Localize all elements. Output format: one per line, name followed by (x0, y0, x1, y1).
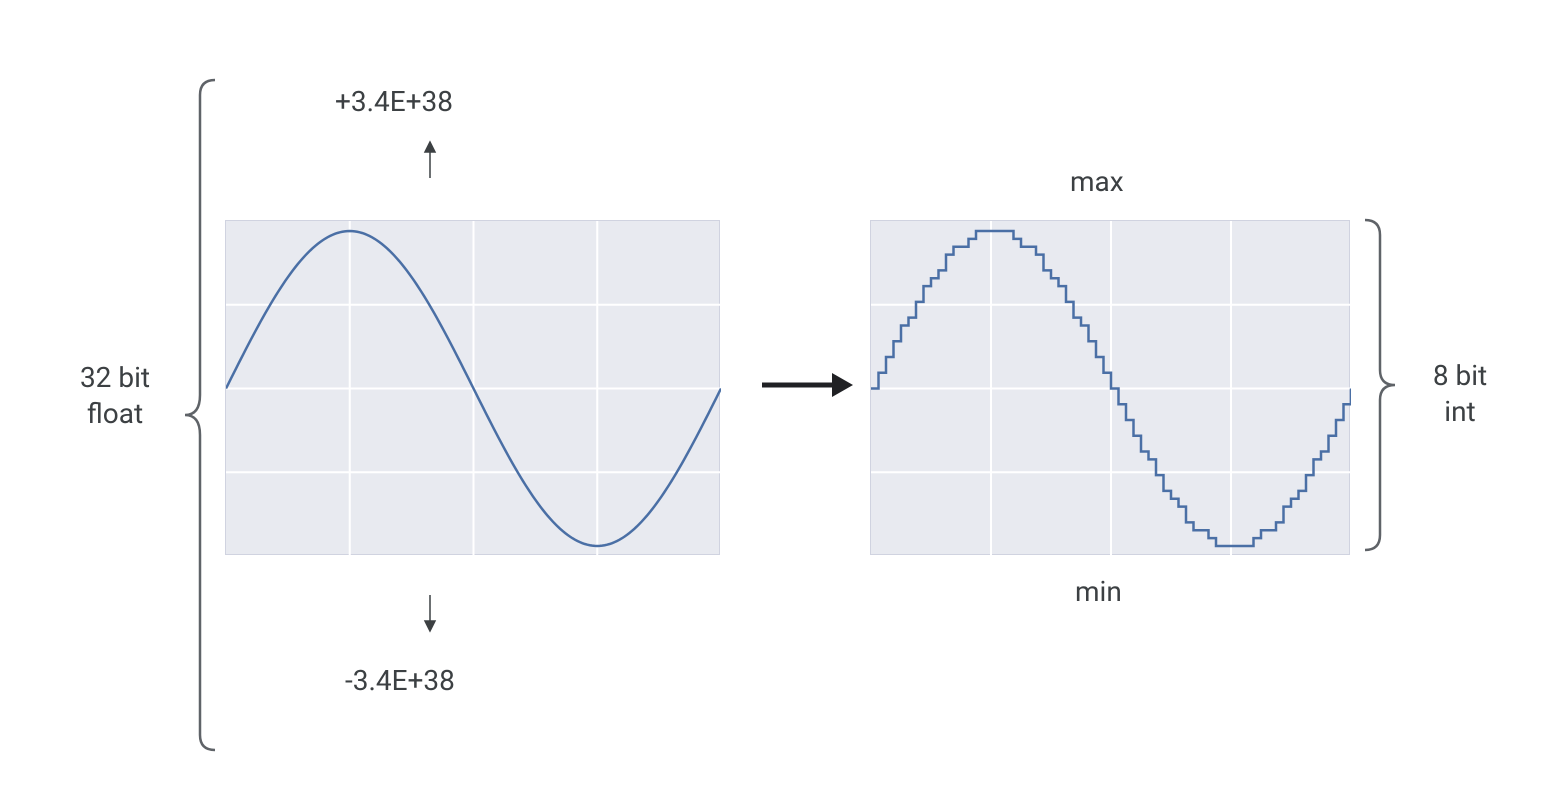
up-arrow-icon (422, 140, 438, 180)
right-brace-icon (1360, 215, 1400, 555)
right-type-line1: 8 bit (1433, 359, 1487, 392)
int-sine-svg (871, 221, 1351, 556)
int-min-label: min (1075, 575, 1122, 608)
left-brace-icon (180, 75, 220, 750)
float-max-label: +3.4E+38 (335, 85, 453, 118)
diagram-container: 32 bit float +3.4E+38 (0, 0, 1568, 795)
left-type-label: 32 bit float (55, 360, 175, 433)
float-chart (225, 220, 720, 555)
right-type-label: 8 bit int (1415, 358, 1505, 431)
float-min-label: -3.4E+38 (345, 664, 455, 697)
int-chart (870, 220, 1350, 555)
float-sine-svg (226, 221, 721, 556)
int-max-label: max (1070, 165, 1124, 198)
left-type-line1: 32 bit (80, 361, 150, 394)
right-type-line2: int (1444, 395, 1475, 428)
conversion-arrow-icon (760, 370, 855, 400)
left-type-line2: float (87, 397, 143, 430)
down-arrow-icon (422, 593, 438, 633)
